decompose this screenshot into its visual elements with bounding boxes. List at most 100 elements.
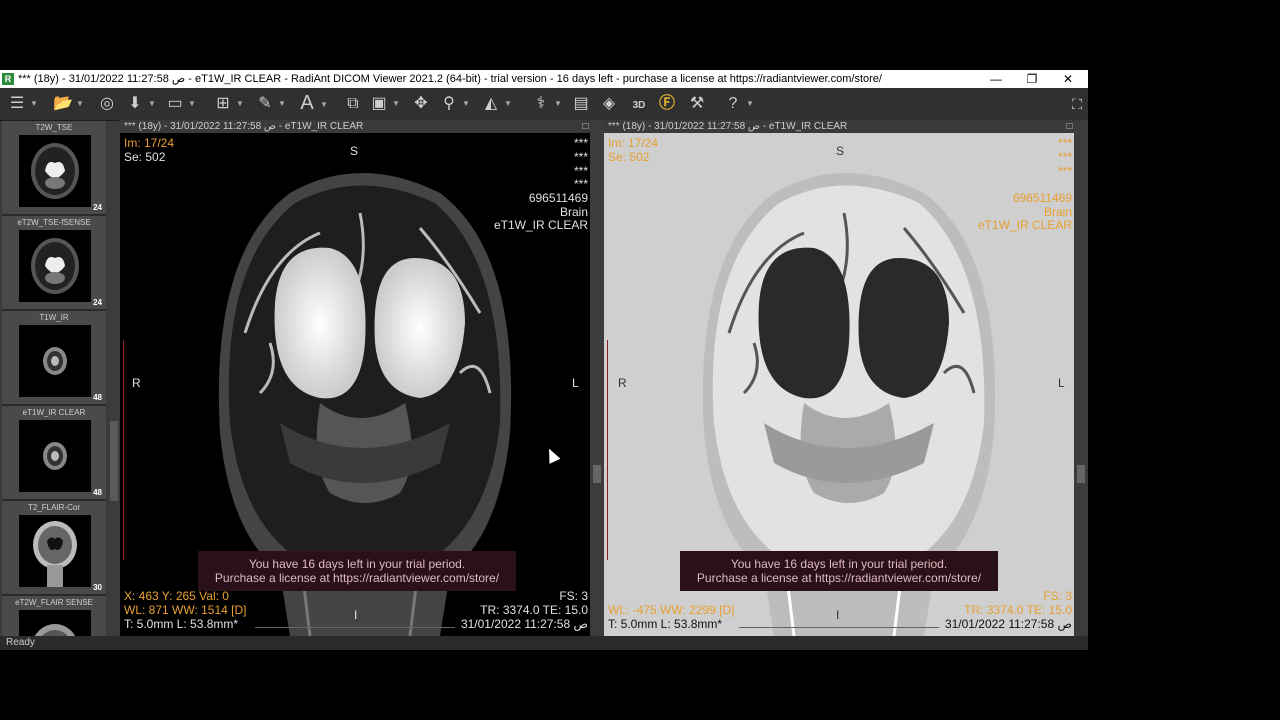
- help-icon: ?: [728, 95, 738, 113]
- layout-icon: ⊞: [216, 95, 230, 113]
- patient-name: ***: [573, 136, 588, 150]
- horizontal-ruler: [255, 619, 455, 628]
- trial-line-2: Purchase a license at https://radiantvie…: [214, 571, 500, 585]
- import-button[interactable]: ⬇ ▼: [124, 92, 156, 116]
- measure-button[interactable]: ✎ ▼: [254, 92, 286, 116]
- pan-icon: ✥: [414, 95, 428, 112]
- pane-title: *** (18y) - 31/01/2022 11:27:58 ص - eT1W…: [124, 121, 364, 132]
- sidebar-scrollbar[interactable]: [108, 121, 120, 636]
- series-preview: [19, 515, 91, 587]
- pan-button[interactable]: ✥: [410, 92, 432, 116]
- field-strength: FS: 3: [1043, 589, 1072, 603]
- pane-header: *** (18y) - 31/01/2022 11:27:58 ص - eT1W…: [120, 120, 604, 133]
- patient-info: ***: [1057, 150, 1072, 164]
- series-label: T1W_IR: [39, 313, 69, 322]
- study-date: 31/01/2022 11:27:58 ص: [460, 617, 588, 631]
- orientation-right: L: [1058, 376, 1065, 390]
- 3d-button[interactable]: 3D: [628, 92, 650, 116]
- text-icon: A: [300, 92, 314, 114]
- series-preview: [19, 135, 91, 207]
- minimize-button[interactable]: —: [978, 70, 1014, 88]
- mpr-button[interactable]: ◈: [598, 92, 620, 116]
- tr-te: TR: 3374.0 TE: 15.0: [480, 603, 588, 617]
- zoom-button[interactable]: ⚲ ▼: [438, 92, 470, 116]
- right-scrollbar[interactable]: [1074, 120, 1088, 636]
- trial-notice: You have 16 days left in your trial peri…: [680, 551, 998, 591]
- app-window: R *** (18y) - 31/01/2022 11:27:58 ص - eT…: [0, 70, 1088, 650]
- fusion-button[interactable]: ⚕ ▼: [530, 92, 562, 116]
- trial-notice: You have 16 days left in your trial peri…: [198, 551, 516, 591]
- video-icon: ▤: [573, 95, 589, 112]
- series-thumbnail[interactable]: T2W_TSE 24: [2, 121, 106, 216]
- patient-info: ***: [573, 177, 588, 191]
- series-thumbnail[interactable]: eT2W_TSE-fSENSE 24: [2, 216, 106, 311]
- orientation-right: L: [572, 376, 579, 390]
- sidebar-scrollbar-thumb[interactable]: [110, 421, 118, 501]
- series-thumbnail[interactable]: eT2W_FLAIR SENSE: [2, 596, 106, 636]
- text-button[interactable]: A ▼: [296, 92, 328, 116]
- cd-icon: ◎: [100, 95, 114, 112]
- orientation-top: S: [350, 144, 359, 158]
- toolbar: ☰ ▼ 📂 ▼ ◎ ⬇ ▼ ▭ ▼ ⊞ ▼ ✎ ▼ A ▼ ⧉ ▣ ▼ ✥ ⚲ …: [0, 88, 1088, 121]
- cursor-coordinates: X: 463 Y: 265 Val: 0: [124, 589, 229, 603]
- scrollbar-grip[interactable]: [1077, 465, 1085, 483]
- mpr-icon: ◈: [602, 95, 616, 112]
- series-count: 48: [93, 393, 102, 402]
- title-bar: R *** (18y) - 31/01/2022 11:27:58 ص - eT…: [0, 70, 1088, 88]
- series-thumbnail[interactable]: T1W_IR 48: [2, 311, 106, 406]
- app-icon: R: [2, 73, 14, 85]
- series-count: 30: [93, 583, 102, 592]
- pane-title: *** (18y) - 31/01/2022 11:27:58 ص - eT1W…: [608, 121, 848, 132]
- 3d-icon: 3D: [632, 100, 646, 111]
- viewer-pane-left[interactable]: *** (18y) - 31/01/2022 11:27:58 ص - eT1W…: [120, 120, 604, 636]
- series-thumbnail[interactable]: eT1W_IR CLEAR 48: [2, 406, 106, 501]
- menu-icon: ☰: [9, 95, 25, 113]
- orientation-left: R: [132, 376, 141, 390]
- fullscreen-button[interactable]: ⛶: [1066, 92, 1088, 116]
- window-level-button[interactable]: ◭ ▼: [480, 92, 512, 116]
- study-id: 696511469: [528, 191, 588, 205]
- restore-button[interactable]: ❐: [1014, 70, 1050, 88]
- fusion-icon: ⚕: [536, 95, 546, 113]
- menu-button[interactable]: ☰ ▼: [6, 92, 38, 116]
- open-button[interactable]: 📂 ▼: [52, 92, 84, 116]
- series-label: eT2W_FLAIR SENSE: [15, 598, 93, 607]
- series-label: T2_FLAIR-Cor: [27, 503, 80, 512]
- trial-line-1: You have 16 days left in your trial peri…: [248, 557, 466, 571]
- orientation-top: S: [836, 144, 845, 158]
- stack-icon: ▣: [371, 95, 387, 113]
- series-count: 24: [93, 203, 102, 212]
- cd-button[interactable]: ◎: [96, 92, 118, 116]
- orientation-left: R: [618, 376, 627, 390]
- series-number: Se: 502: [124, 150, 166, 164]
- viewer-pane-right[interactable]: *** (18y) - 31/01/2022 11:27:58 ص - eT1W…: [604, 120, 1088, 636]
- horizontal-ruler: [739, 619, 939, 628]
- close-button[interactable]: ✕: [1050, 70, 1086, 88]
- video-button[interactable]: ▤: [570, 92, 592, 116]
- open-folder-icon: 📂: [53, 95, 73, 113]
- save-button[interactable]: ▭ ▼: [164, 92, 195, 116]
- tools-button[interactable]: ⚒: [686, 92, 708, 116]
- patient-info: ***: [573, 150, 588, 164]
- series-number: Se: 502: [608, 150, 650, 164]
- layout-button[interactable]: ⊞ ▼: [212, 92, 244, 116]
- tr-te: TR: 3374.0 TE: 15.0: [964, 603, 1072, 617]
- series-description: eT1W_IR CLEAR: [493, 218, 588, 232]
- series-compare-button[interactable]: ⧉: [342, 92, 364, 116]
- window-level: WL: 871 WW: 1514 [D]: [124, 603, 247, 617]
- f-button[interactable]: Ⓕ: [656, 92, 678, 116]
- measure-icon: ✎: [258, 95, 272, 113]
- splitter-grip[interactable]: [593, 465, 601, 483]
- series-label: eT2W_TSE-fSENSE: [17, 218, 91, 227]
- series-preview: [19, 325, 91, 397]
- series-thumbnail[interactable]: T2_FLAIR-Cor 30: [2, 501, 106, 596]
- series-preview: [19, 610, 91, 636]
- trial-line-1: You have 16 days left in your trial peri…: [730, 557, 948, 571]
- help-button[interactable]: ? ▼: [722, 92, 754, 116]
- patient-info: ***: [1057, 164, 1072, 178]
- study-id: 696511469: [1012, 191, 1072, 205]
- status-bar: Ready: [0, 636, 1088, 650]
- pane-splitter[interactable]: [590, 120, 604, 636]
- stack-button[interactable]: ▣ ▼: [368, 92, 399, 116]
- series-preview: [19, 230, 91, 302]
